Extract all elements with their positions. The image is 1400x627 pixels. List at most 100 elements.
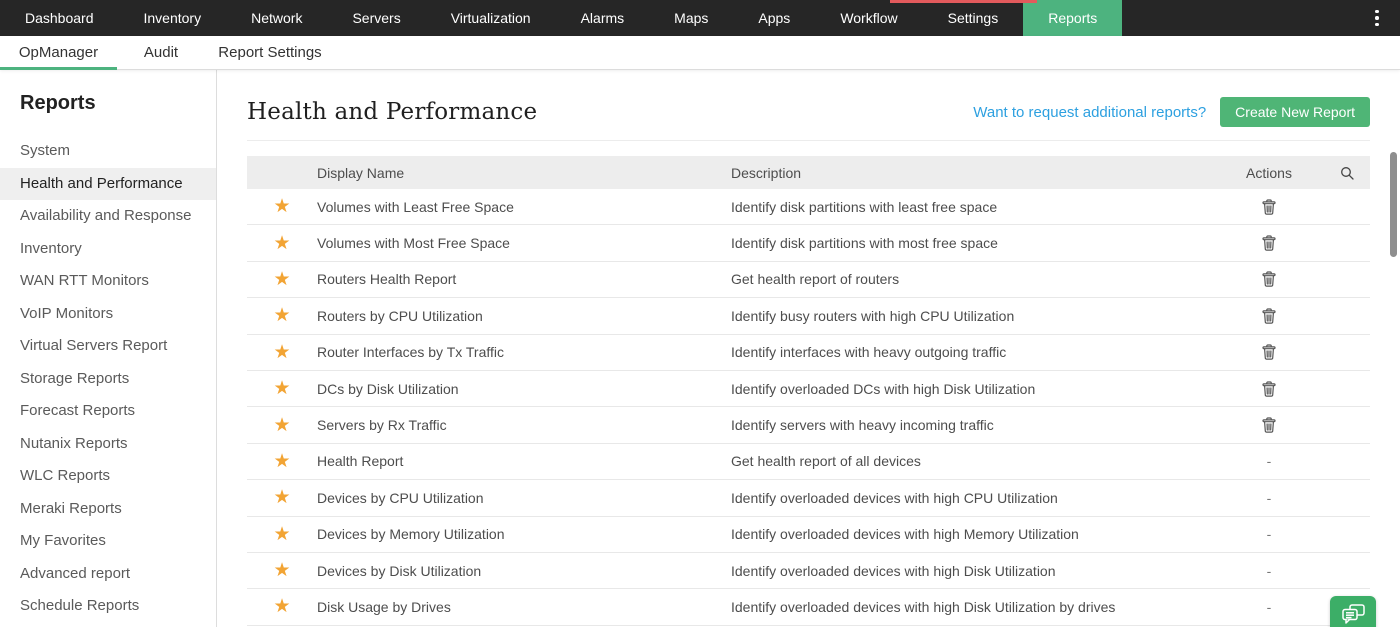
sidebar-item-schedule-reports[interactable]: Schedule Reports xyxy=(0,590,216,623)
sidebar-item-inventory[interactable]: Inventory xyxy=(0,233,216,266)
sidebar-item-storage-reports[interactable]: Storage Reports xyxy=(0,363,216,396)
favorite-star-icon[interactable]: ★ xyxy=(273,597,290,616)
report-name[interactable]: Disk Usage by Drives xyxy=(317,599,731,615)
sidebar-item-my-favorites[interactable]: My Favorites xyxy=(0,525,216,558)
header-actions: Actions xyxy=(1214,165,1324,181)
favorite-star-icon[interactable]: ★ xyxy=(273,306,290,325)
kebab-menu-icon[interactable] xyxy=(1354,0,1400,36)
sidebar-item-system[interactable]: System xyxy=(0,135,216,168)
favorite-cell: ★ xyxy=(247,488,317,507)
favorite-star-icon[interactable]: ★ xyxy=(273,197,290,216)
table-row[interactable]: ★ DCs by Disk Utilization Identify overl… xyxy=(247,371,1370,407)
favorite-star-icon[interactable]: ★ xyxy=(273,343,290,362)
delete-icon[interactable] xyxy=(1262,417,1276,433)
tab-opmanager[interactable]: OpManager xyxy=(0,36,117,69)
table-row[interactable]: ★ Devices by CPU Utilization Identify ov… xyxy=(247,480,1370,516)
report-action-cell xyxy=(1214,381,1324,397)
sidebar-item-availability-and-response[interactable]: Availability and Response xyxy=(0,200,216,233)
report-description: Identify disk partitions with least free… xyxy=(731,199,1214,215)
favorite-star-icon[interactable]: ★ xyxy=(273,525,290,544)
kebab-dot xyxy=(1375,23,1379,27)
table-row[interactable]: ★ Disk Usage by Drives Identify overload… xyxy=(247,589,1370,625)
favorite-star-icon[interactable]: ★ xyxy=(273,270,290,289)
nav-item-inventory[interactable]: Inventory xyxy=(119,0,227,36)
table-row[interactable]: ★ Health Report Get health report of all… xyxy=(247,444,1370,480)
sidebar-item-virtual-servers-report[interactable]: Virtual Servers Report xyxy=(0,330,216,363)
kebab-dot xyxy=(1375,10,1379,14)
request-reports-link[interactable]: Want to request additional reports? xyxy=(973,104,1206,121)
favorite-cell: ★ xyxy=(247,379,317,398)
nav-item-workflow[interactable]: Workflow xyxy=(815,0,922,36)
search-icon[interactable] xyxy=(1324,166,1370,180)
table-row[interactable]: ★ Routers by CPU Utilization Identify bu… xyxy=(247,298,1370,334)
vertical-scrollbar-thumb[interactable] xyxy=(1390,152,1397,257)
main-header: Health and Performance Want to request a… xyxy=(247,94,1370,130)
reports-table: Display Name Description Actions ★ Volum… xyxy=(247,156,1370,626)
favorite-star-icon[interactable]: ★ xyxy=(273,452,290,471)
report-name[interactable]: Servers by Rx Traffic xyxy=(317,417,731,433)
report-name[interactable]: Routers by CPU Utilization xyxy=(317,308,731,324)
sidebar-item-forecast-reports[interactable]: Forecast Reports xyxy=(0,395,216,428)
report-name[interactable]: Devices by Disk Utilization xyxy=(317,563,731,579)
report-name[interactable]: DCs by Disk Utilization xyxy=(317,381,731,397)
table-row[interactable]: ★ Devices by Disk Utilization Identify o… xyxy=(247,553,1370,589)
page-title: Health and Performance xyxy=(247,99,537,125)
sidebar-item-voip-monitors[interactable]: VoIP Monitors xyxy=(0,298,216,331)
favorite-star-icon[interactable]: ★ xyxy=(273,234,290,253)
report-action-cell xyxy=(1214,417,1324,433)
chat-support-button[interactable] xyxy=(1330,596,1376,627)
sidebar-item-advanced-report[interactable]: Advanced report xyxy=(0,558,216,591)
favorite-star-icon[interactable]: ★ xyxy=(273,488,290,507)
tab-audit[interactable]: Audit xyxy=(117,36,205,69)
favorite-cell: ★ xyxy=(247,597,317,616)
table-row[interactable]: ★ Volumes with Least Free Space Identify… xyxy=(247,189,1370,225)
report-action-cell: - xyxy=(1214,526,1324,542)
nav-item-reports[interactable]: Reports xyxy=(1023,0,1122,36)
report-action-cell: - xyxy=(1214,453,1324,469)
nav-item-maps[interactable]: Maps xyxy=(649,0,733,36)
sidebar-item-wan-rtt-monitors[interactable]: WAN RTT Monitors xyxy=(0,265,216,298)
table-row[interactable]: ★ Routers Health Report Get health repor… xyxy=(247,262,1370,298)
nav-item-network[interactable]: Network xyxy=(226,0,327,36)
delete-icon[interactable] xyxy=(1262,381,1276,397)
table-row[interactable]: ★ Devices by Memory Utilization Identify… xyxy=(247,517,1370,553)
table-header-row: Display Name Description Actions xyxy=(247,156,1370,189)
report-name[interactable]: Router Interfaces by Tx Traffic xyxy=(317,344,731,360)
favorite-star-icon[interactable]: ★ xyxy=(273,379,290,398)
nav-item-servers[interactable]: Servers xyxy=(327,0,425,36)
nav-item-settings[interactable]: Settings xyxy=(923,0,1024,36)
sidebar-item-meraki-reports[interactable]: Meraki Reports xyxy=(0,493,216,526)
table-row[interactable]: ★ Router Interfaces by Tx Traffic Identi… xyxy=(247,335,1370,371)
favorite-cell: ★ xyxy=(247,197,317,216)
favorite-star-icon[interactable]: ★ xyxy=(273,416,290,435)
table-row[interactable]: ★ Volumes with Most Free Space Identify … xyxy=(247,225,1370,261)
nav-item-apps[interactable]: Apps xyxy=(733,0,815,36)
alert-strip xyxy=(890,0,1037,3)
no-action-dash: - xyxy=(1267,490,1272,506)
nav-item-virtualization[interactable]: Virtualization xyxy=(426,0,556,36)
tab-report-settings[interactable]: Report Settings xyxy=(205,36,335,69)
sidebar-item-health-and-performance[interactable]: Health and Performance xyxy=(0,168,216,201)
sidebar-item-nutanix-reports[interactable]: Nutanix Reports xyxy=(0,428,216,461)
delete-icon[interactable] xyxy=(1262,344,1276,360)
sidebar-item-wlc-reports[interactable]: WLC Reports xyxy=(0,460,216,493)
report-name[interactable]: Health Report xyxy=(317,453,731,469)
report-name[interactable]: Volumes with Least Free Space xyxy=(317,199,731,215)
delete-icon[interactable] xyxy=(1262,271,1276,287)
favorite-star-icon[interactable]: ★ xyxy=(273,561,290,580)
report-description: Identify overloaded devices with high CP… xyxy=(731,490,1214,506)
create-new-report-button[interactable]: Create New Report xyxy=(1220,97,1370,127)
nav-item-alarms[interactable]: Alarms xyxy=(556,0,650,36)
nav-item-dashboard[interactable]: Dashboard xyxy=(0,0,119,36)
favorite-cell: ★ xyxy=(247,525,317,544)
report-name[interactable]: Devices by CPU Utilization xyxy=(317,490,731,506)
header-actions: Want to request additional reports? Crea… xyxy=(973,97,1370,127)
table-row[interactable]: ★ Servers by Rx Traffic Identify servers… xyxy=(247,407,1370,443)
delete-icon[interactable] xyxy=(1262,308,1276,324)
delete-icon[interactable] xyxy=(1262,199,1276,215)
delete-icon[interactable] xyxy=(1262,235,1276,251)
sidebar-list: SystemHealth and PerformanceAvailability… xyxy=(0,135,216,623)
report-name[interactable]: Volumes with Most Free Space xyxy=(317,235,731,251)
report-name[interactable]: Devices by Memory Utilization xyxy=(317,526,731,542)
report-name[interactable]: Routers Health Report xyxy=(317,271,731,287)
